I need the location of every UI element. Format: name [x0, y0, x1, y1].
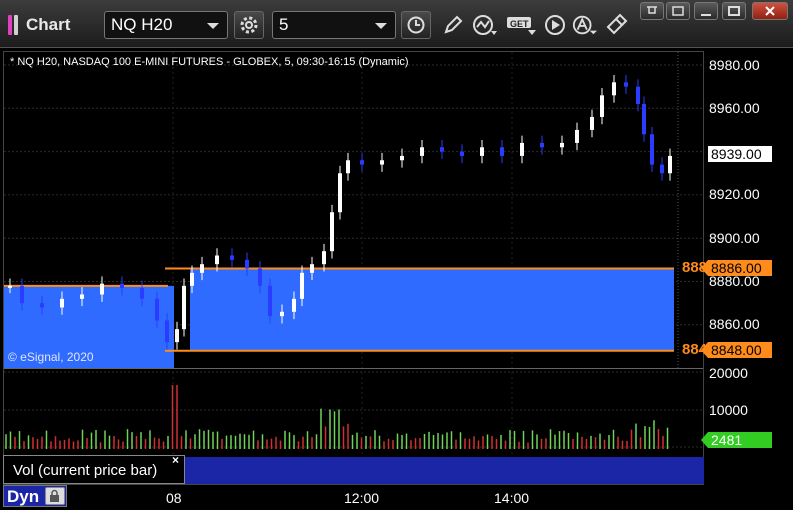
candle-body [230, 255, 234, 260]
candle-body [642, 103, 646, 135]
volume-axis-label: 20000 [709, 365, 748, 381]
candle-body [575, 129, 579, 143]
candle-body [165, 320, 169, 343]
candle-body [380, 160, 384, 165]
candle-body [560, 142, 564, 148]
price-chart[interactable] [0, 0, 793, 510]
candle-body [590, 116, 594, 130]
candle-body [520, 142, 524, 156]
candle-body [420, 147, 424, 156]
candle-body [60, 298, 64, 308]
candle-body [182, 285, 186, 330]
candle-body [280, 311, 284, 317]
volume-current-tag: 2481 [708, 432, 772, 448]
dynamic-mode-indicator[interactable]: Dyn [3, 485, 67, 507]
candle-body [400, 155, 404, 161]
volume-tag-arrow [701, 432, 708, 448]
copyright-text: © eSignal, 2020 [8, 350, 94, 364]
lower-level-arrow [701, 342, 708, 358]
candle-body [668, 155, 672, 174]
candle-body [338, 173, 342, 213]
candle-body [310, 264, 314, 273]
candle-body [80, 294, 84, 299]
candle-body [480, 147, 484, 156]
volume-axis-label: 10000 [709, 402, 748, 418]
price-axis-label: 8920.00 [709, 186, 760, 202]
candle-body [360, 160, 364, 165]
volume-panel-title: Vol (current price bar) [13, 462, 158, 479]
candle-body [440, 147, 444, 152]
candle-body [330, 212, 334, 252]
chart-header: * NQ H20, NASDAQ 100 E-MINI FUTURES - GL… [10, 56, 409, 68]
price-axis-label: 8880.00 [709, 273, 760, 289]
candle-body [322, 251, 326, 265]
price-axis-label: 8980.00 [709, 57, 760, 73]
candle-body [600, 95, 604, 117]
candle-body [346, 160, 350, 174]
candle-body [300, 272, 304, 299]
range-band [190, 268, 674, 351]
candle-body [175, 329, 179, 343]
close-study-icon[interactable]: × [172, 453, 179, 467]
candle-body [612, 82, 616, 96]
current-price-tag: 8939.00 [708, 146, 772, 162]
price-axis-label: 8900.00 [709, 230, 760, 246]
candle-body [140, 287, 144, 299]
price-axis-label: 8960.00 [709, 100, 760, 116]
candle-body [460, 151, 464, 156]
candle-body [215, 255, 219, 265]
candle-body [292, 298, 296, 312]
lock-button[interactable] [45, 487, 65, 505]
upper-level-tag[interactable]: 8886.00 [708, 260, 772, 276]
chart-window: Chart NQ H20 5 GET * NQ H20, NASDAQ 100 … [0, 0, 793, 510]
candle-body [8, 285, 12, 288]
candle-body [190, 272, 194, 286]
candle-body [20, 285, 24, 304]
time-axis-label: 14:00 [494, 490, 530, 506]
candle-body [40, 303, 44, 308]
candle-body [660, 164, 664, 174]
candle-body [268, 285, 272, 317]
lower-level-tag[interactable]: 8848.00 [708, 342, 772, 358]
dynamic-mode-label: Dyn [7, 487, 40, 506]
volume-panel-header [185, 457, 704, 484]
candle-body [624, 82, 628, 87]
lock-icon [50, 489, 59, 502]
price-axis-label: 8860.00 [709, 316, 760, 332]
candle-body [245, 259, 249, 269]
candle-body [120, 283, 124, 288]
candle-body [500, 147, 504, 156]
volume-panel-label: Vol (current price bar) × [3, 453, 185, 484]
candle-body [258, 268, 262, 286]
upper-level-arrow [701, 260, 708, 276]
candle-body [540, 142, 544, 148]
time-axis-label: 08 [166, 490, 182, 506]
candle-body [650, 134, 654, 165]
time-axis-label: 12:00 [344, 490, 380, 506]
candle-body [100, 283, 104, 295]
candle-body [200, 264, 204, 273]
candle-body [636, 86, 640, 104]
candle-body [155, 298, 159, 321]
